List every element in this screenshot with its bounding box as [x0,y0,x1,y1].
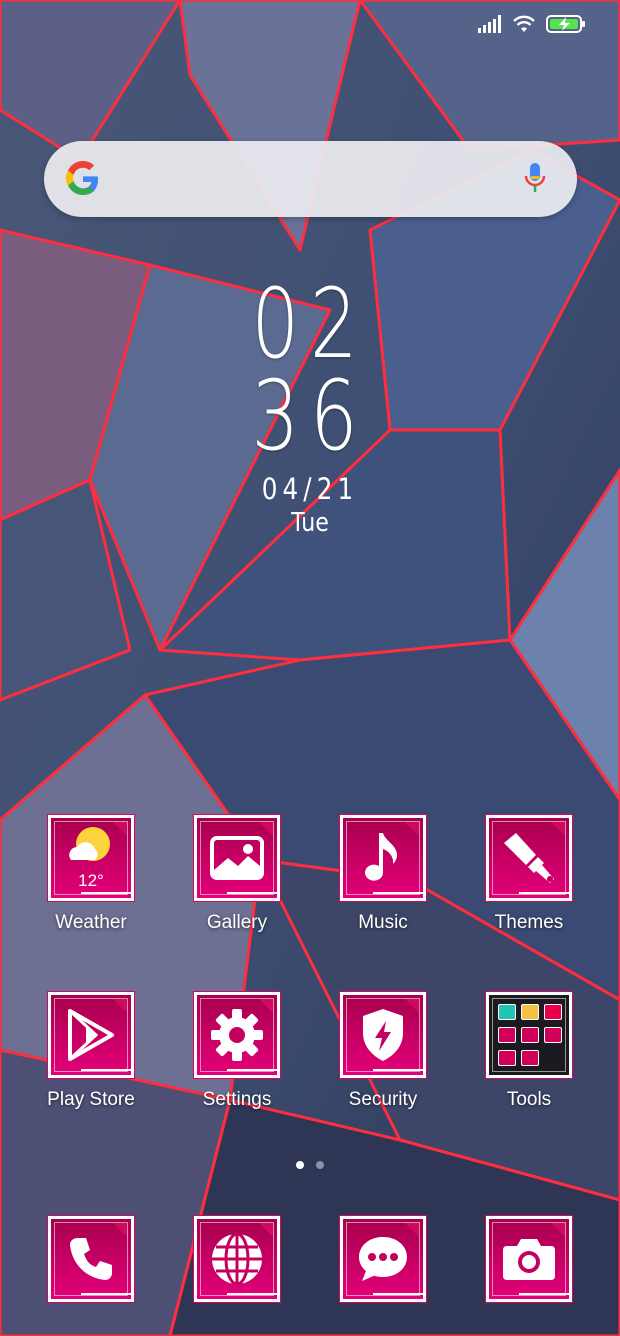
clock-widget[interactable]: 02 36 04/21 Tue [0,268,620,538]
app-tile [486,815,572,901]
app-themes[interactable]: Themes [456,815,602,934]
app-tile [340,815,426,901]
app-tile [486,1216,572,1302]
play-store-icon [68,1009,114,1061]
app-tile [340,992,426,1078]
app-security[interactable]: Security [310,992,456,1111]
app-tools-folder[interactable]: Tools [456,992,602,1111]
app-label: Themes [494,912,564,933]
app-play-store[interactable]: Play Store [18,992,164,1111]
google-logo-icon [66,161,98,195]
paintbrush-icon [504,833,554,883]
app-label: Settings [202,1089,272,1110]
app-tile [340,1216,426,1302]
dock-browser[interactable] [164,1216,310,1302]
app-music[interactable]: Music [310,815,456,934]
youtube-icon [544,1027,562,1043]
dock-messages[interactable] [310,1216,456,1302]
play-video-icon [521,1004,539,1020]
message-icon [359,1237,407,1281]
duo-icon [498,1050,516,1066]
app-tile: 12° [48,815,134,901]
gear-icon [211,1009,263,1061]
app-gallery[interactable]: Gallery [164,815,310,934]
chrome-icon [521,1050,539,1066]
app-label: Security [348,1089,418,1110]
gallery-icon [210,836,264,880]
weather-temp: 12° [78,871,104,890]
wifi-icon [513,15,535,32]
app-label: Music [358,912,408,933]
app-tile [194,815,280,901]
app-label: Gallery [206,912,268,933]
contacts-icon [498,1027,516,1043]
app-label: Tools [506,1089,552,1110]
shield-icon [363,1009,403,1061]
page-dot-active [296,1161,304,1169]
page-dot [316,1161,324,1169]
camera-icon [503,1239,555,1280]
app-tile [194,1216,280,1302]
app-label: Play Store [47,1089,135,1110]
app-weather[interactable]: 12° Weather [18,815,164,934]
phone-icon [70,1238,112,1280]
google-play-icon [544,1004,562,1020]
clock-minute: 36 [251,360,369,472]
dock-phone[interactable] [18,1216,164,1302]
app-tile [48,1216,134,1302]
music-note-icon [365,833,397,881]
globe-icon [212,1232,262,1286]
gmail-icon [521,1027,539,1043]
signal-icon [478,15,501,33]
scanner-icon [498,1004,516,1020]
microphone-icon[interactable] [523,161,547,195]
app-tile [48,992,134,1078]
app-label: Weather [55,912,127,933]
status-bar [478,14,586,34]
app-tile [194,992,280,1078]
folder-icon [486,992,572,1078]
battery-charging-icon [546,15,585,33]
dock-camera[interactable] [456,1216,602,1302]
clock-hour: 02 [251,268,369,380]
clock-day: Tue [291,508,329,538]
app-settings[interactable]: Settings [164,992,310,1111]
clock-date: 04/21 [261,472,359,506]
google-search-bar[interactable] [44,141,577,217]
page-indicator [0,1161,620,1169]
